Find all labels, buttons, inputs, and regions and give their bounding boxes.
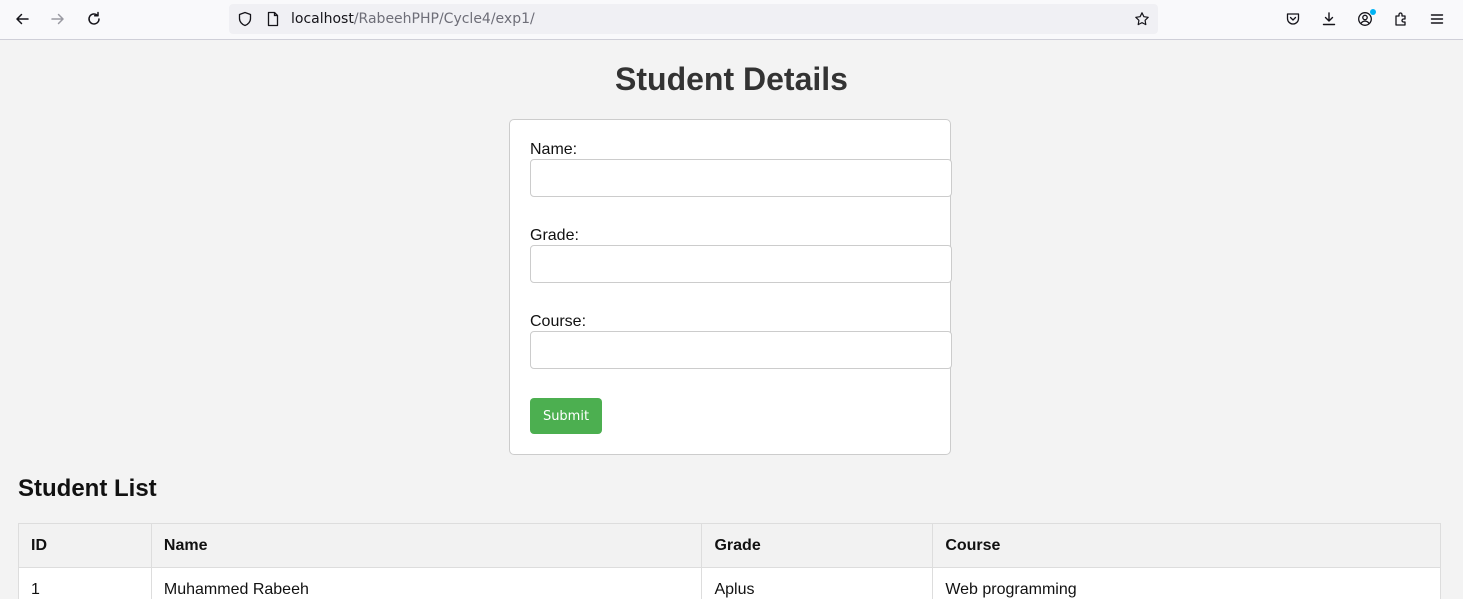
browser-toolbar: localhost/RabeehPHP/Cycle4/exp1/ <box>0 0 1463 40</box>
page-content: Student Details Name: Grade: Course: Sub… <box>0 40 1463 599</box>
pocket-button[interactable] <box>1278 5 1308 33</box>
cell-name: Muhammed Rabeeh <box>150 567 703 599</box>
table-row: 1 Muhammed Rabeeh Aplus Web programming <box>18 567 1441 599</box>
column-header-name: Name <box>150 523 703 568</box>
downloads-button[interactable] <box>1314 5 1344 33</box>
url-host: localhost <box>291 11 354 27</box>
column-header-grade: Grade <box>701 523 934 568</box>
name-label: Name: <box>530 141 578 158</box>
submit-button[interactable]: Submit <box>530 398 602 434</box>
course-label: Course: <box>530 313 587 330</box>
cell-id: 1 <box>18 567 152 599</box>
course-input[interactable] <box>530 331 952 369</box>
reload-button[interactable] <box>79 5 109 33</box>
puzzle-icon <box>1395 12 1406 26</box>
student-table: ID Name Grade Course 1 Muhammed Rabeeh A… <box>18 523 1441 599</box>
url-path: /RabeehPHP/Cycle4/exp1/ <box>353 11 535 27</box>
notification-dot <box>1370 9 1376 15</box>
name-input[interactable] <box>530 159 952 197</box>
grade-input[interactable] <box>530 245 952 283</box>
menu-button[interactable] <box>1422 5 1452 33</box>
reload-icon <box>88 11 100 25</box>
column-header-id: ID <box>18 523 152 568</box>
page-icon[interactable] <box>265 11 281 27</box>
url-text[interactable]: localhost/RabeehPHP/Cycle4/exp1/ <box>291 11 535 27</box>
back-button[interactable] <box>7 5 37 33</box>
grade-label: Grade: <box>530 227 579 244</box>
hamburger-menu-icon <box>1430 14 1444 24</box>
shield-icon[interactable] <box>237 11 253 27</box>
download-icon <box>1322 12 1336 26</box>
page-title: Student Details <box>615 61 848 97</box>
student-list-title: Student List <box>18 475 157 502</box>
cell-grade: Aplus <box>701 567 934 599</box>
student-form: Name: Grade: Course: Submit <box>509 119 952 455</box>
arrow-right-icon <box>51 13 64 25</box>
pocket-icon <box>1286 13 1300 25</box>
table-header-row: ID Name Grade Course <box>18 523 1441 568</box>
arrow-left-icon <box>16 13 29 25</box>
bookmark-star-icon[interactable] <box>1134 11 1150 27</box>
cell-course: Web programming <box>932 567 1441 599</box>
address-bar[interactable]: localhost/RabeehPHP/Cycle4/exp1/ <box>229 4 1158 34</box>
extensions-button[interactable] <box>1386 5 1416 33</box>
account-button[interactable] <box>1350 5 1380 33</box>
column-header-course: Course <box>932 523 1441 568</box>
forward-button[interactable] <box>43 5 73 33</box>
